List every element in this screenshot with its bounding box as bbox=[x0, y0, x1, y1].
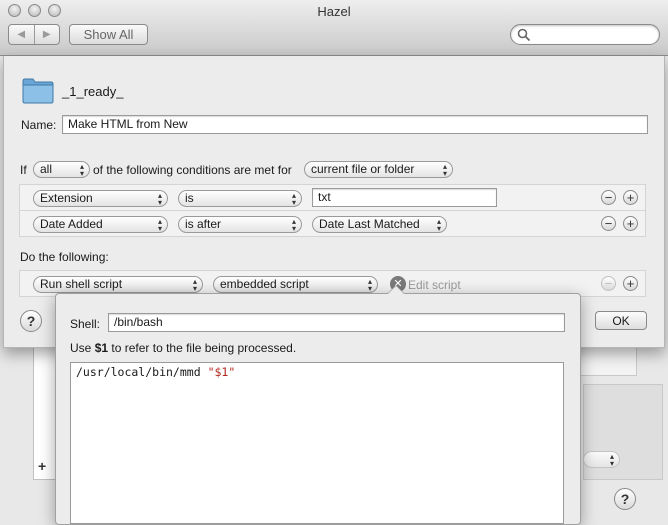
search-field[interactable] bbox=[510, 24, 660, 45]
if-label: If bbox=[20, 163, 27, 177]
popup-arrows-icon: ▴ ▾ bbox=[192, 277, 197, 293]
script-command: /usr/local/bin/mmd bbox=[76, 365, 208, 379]
condition-operator-value: is after bbox=[185, 217, 222, 231]
condition-operator-popup[interactable]: is after ▴ ▾ bbox=[178, 216, 302, 233]
add-action-button[interactable]: + bbox=[623, 276, 638, 291]
condition-attribute-value: Extension bbox=[40, 191, 93, 205]
background-popup[interactable]: ▴ ▾ bbox=[583, 451, 620, 468]
condition-operator-value: is bbox=[185, 191, 194, 205]
condition-attribute-value: Date Added bbox=[40, 217, 103, 231]
remove-condition-button[interactable]: − bbox=[601, 190, 616, 205]
condition-row: Extension ▴ ▾ is ▴ ▾ txt − + bbox=[19, 184, 646, 211]
conditions-label: of the following conditions are met for bbox=[93, 163, 292, 177]
rule-name-field[interactable]: Make HTML from New bbox=[62, 115, 648, 134]
script-hint: Use $1 to refer to the file being proces… bbox=[70, 341, 296, 355]
folder-icon bbox=[22, 78, 54, 104]
hint-variable: $1 bbox=[94, 341, 109, 355]
popup-arrows-icon: ▴ ▾ bbox=[442, 162, 447, 178]
action-type-popup[interactable]: Run shell script ▴ ▾ bbox=[33, 276, 203, 293]
condition-value-popup[interactable]: Date Last Matched ▴ ▾ bbox=[312, 216, 447, 233]
search-icon bbox=[517, 28, 531, 42]
script-editor-textarea[interactable]: /usr/local/bin/mmd "$1" bbox=[70, 362, 564, 524]
window-title: Hazel bbox=[317, 4, 351, 19]
condition-value: Date Last Matched bbox=[319, 217, 420, 231]
script-source-popup[interactable]: embedded script ▴ ▾ bbox=[213, 276, 378, 293]
condition-row: Date Added ▴ ▾ is after ▴ ▾ Date Last Matc… bbox=[19, 210, 646, 237]
script-argument: "$1" bbox=[207, 365, 236, 379]
condition-value-field[interactable]: txt bbox=[312, 188, 497, 207]
popup-arrows-icon: ▴ ▾ bbox=[436, 217, 441, 233]
script-source-value: embedded script bbox=[220, 277, 309, 291]
condition-operator-popup[interactable]: is ▴ ▾ bbox=[178, 190, 302, 207]
popup-arrows-icon: ▴ ▾ bbox=[79, 162, 84, 178]
condition-target-value: current file or folder bbox=[311, 162, 415, 176]
condition-attribute-popup[interactable]: Extension ▴ ▾ bbox=[33, 190, 168, 207]
name-label: Name: bbox=[21, 118, 57, 132]
shell-label: Shell: bbox=[70, 317, 101, 331]
add-condition-button[interactable]: + bbox=[623, 216, 638, 231]
forward-button[interactable]: ▶ bbox=[33, 25, 60, 44]
popup-arrows-icon: ▴ ▾ bbox=[291, 217, 296, 233]
popup-arrows-icon: ▴ ▾ bbox=[291, 191, 296, 207]
script-editor-popover: Shell: /bin/bash Use $1 to refer to the … bbox=[55, 285, 581, 525]
back-forward-control: ◀ ▶ bbox=[8, 24, 60, 45]
hint-suffix: to refer to the file being processed. bbox=[108, 341, 297, 355]
condition-attribute-popup[interactable]: Date Added ▴ ▾ bbox=[33, 216, 168, 233]
ok-button[interactable]: OK bbox=[595, 311, 647, 330]
folder-name: _1_ready_ bbox=[62, 84, 124, 99]
background-add-folder-button[interactable]: + bbox=[38, 458, 46, 474]
remove-condition-button[interactable]: − bbox=[601, 216, 616, 231]
show-all-button[interactable]: Show All bbox=[69, 24, 148, 45]
help-button[interactable]: ? bbox=[20, 310, 42, 332]
hint-prefix: Use bbox=[70, 341, 95, 355]
background-help-button[interactable]: ? bbox=[614, 488, 636, 510]
actions-label: Do the following: bbox=[20, 250, 109, 264]
popup-arrows-icon: ▴ ▾ bbox=[367, 277, 372, 293]
match-mode-value: all bbox=[40, 162, 53, 176]
popover-arrow bbox=[387, 285, 405, 294]
add-condition-button[interactable]: + bbox=[623, 190, 638, 205]
back-button[interactable]: ◀ bbox=[9, 25, 34, 44]
condition-target-popup[interactable]: current file or folder ▴ ▾ bbox=[304, 161, 453, 178]
popup-arrows-icon: ▴ ▾ bbox=[157, 191, 162, 207]
popup-arrows-icon: ▴ ▾ bbox=[157, 217, 162, 233]
match-mode-popup[interactable]: all ▴ ▾ bbox=[33, 161, 90, 178]
popup-arrows-icon: ▴ ▾ bbox=[609, 452, 614, 468]
shell-path-field[interactable]: /bin/bash bbox=[108, 313, 565, 332]
window-toolbar: Hazel ◀ ▶ Show All bbox=[0, 0, 668, 56]
action-type-value: Run shell script bbox=[40, 277, 123, 291]
remove-action-button[interactable]: − bbox=[601, 276, 616, 291]
edit-script-button[interactable]: Edit script bbox=[408, 278, 461, 292]
